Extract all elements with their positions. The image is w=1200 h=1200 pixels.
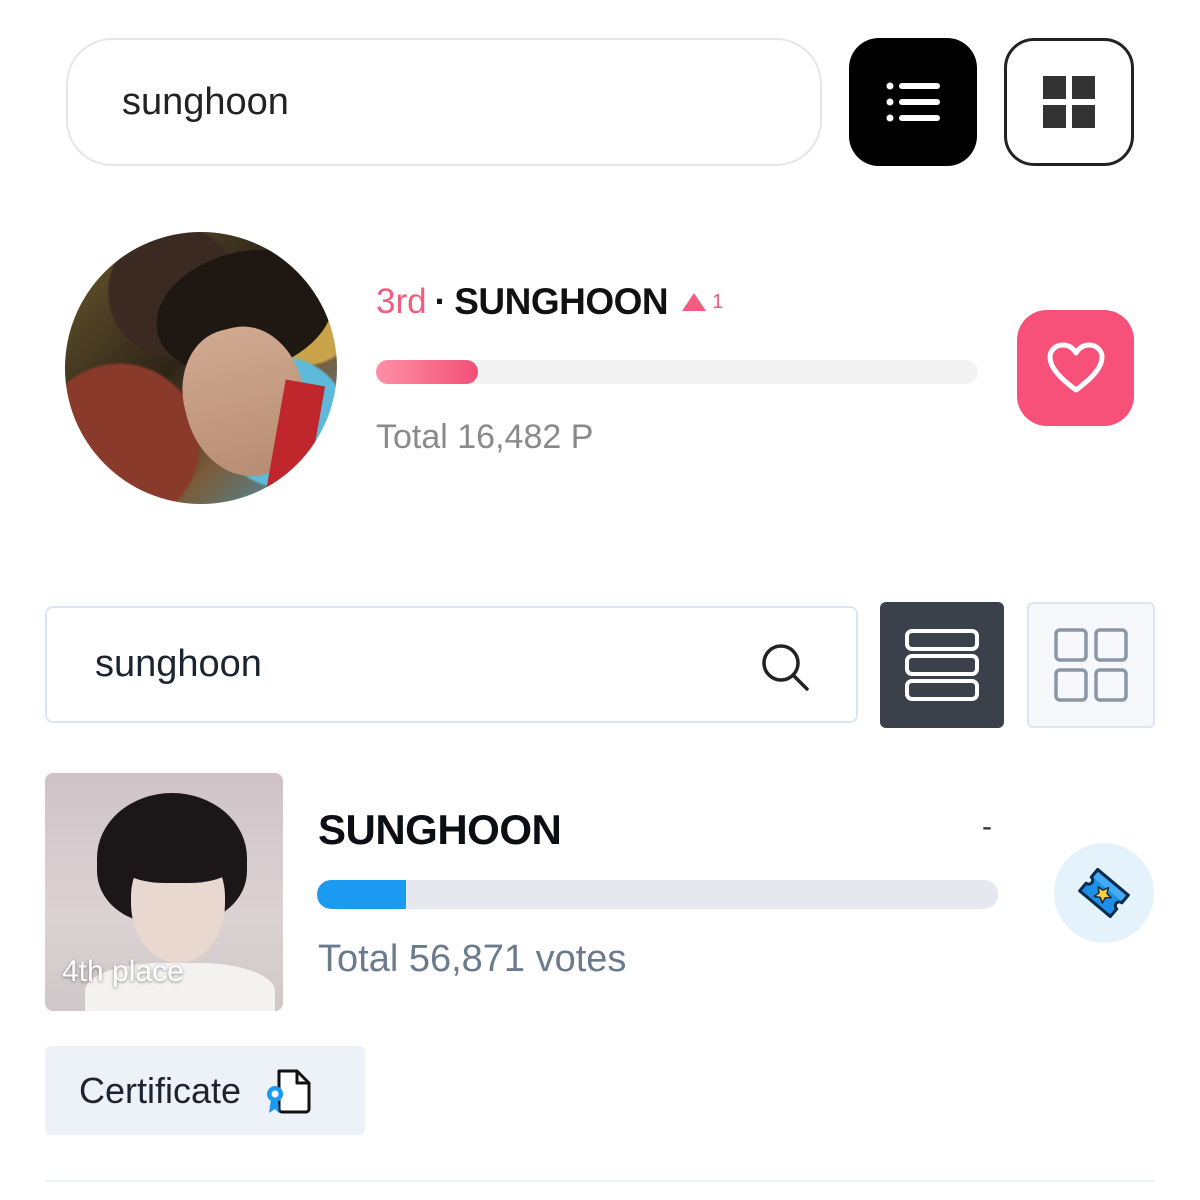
artist-name: SUNGHOON (318, 806, 562, 853)
grid-icon (1043, 76, 1095, 128)
artist-avatar (65, 232, 337, 504)
search-input-value: sunghoon (122, 80, 289, 123)
title-separator: · (434, 282, 447, 321)
certificate-icon (265, 1067, 313, 1115)
grid-outline-icon (1054, 628, 1128, 702)
up-arrow-icon (682, 293, 707, 311)
search-input-value: sunghoon (95, 643, 262, 685)
search-field-rounded[interactable]: sunghoon (66, 38, 822, 166)
search-field[interactable]: sunghoon (45, 606, 858, 723)
search-icon[interactable] (760, 642, 810, 692)
place-label: 4th place (62, 955, 184, 988)
heart-icon (1047, 342, 1104, 393)
rank-change-value: 1 (712, 290, 724, 313)
certificate-button[interactable]: Certificate (45, 1046, 365, 1135)
points-progress-bar (376, 360, 978, 384)
artist-name: SUNGHOON (454, 281, 669, 322)
certificate-label: Certificate (79, 1069, 242, 1111)
total-points: Total 16,482 P (376, 418, 594, 456)
artist-photo: 4th place (45, 773, 283, 1011)
total-votes: Total 56,871 votes (318, 938, 627, 980)
section-divider (45, 1180, 1155, 1182)
ticket-icon (1078, 867, 1130, 919)
list-view-button[interactable] (849, 38, 977, 166)
ranking-title: 3rd · SUNGHOON 1 (376, 280, 723, 324)
list-rows-icon (905, 629, 979, 701)
rank-change-value: - (982, 810, 992, 843)
rank-change-indicator: 1 (682, 291, 723, 314)
rank-label: 3rd (376, 282, 427, 321)
grid-view-button[interactable] (1004, 38, 1134, 166)
vote-heart-button[interactable] (1017, 310, 1134, 426)
list-icon (886, 82, 940, 122)
votes-progress-bar (317, 880, 998, 909)
list-view-button[interactable] (880, 602, 1004, 728)
votes-progress-fill (317, 880, 406, 909)
grid-view-button[interactable] (1027, 602, 1155, 728)
vote-ticket-button[interactable] (1054, 843, 1154, 943)
points-progress-fill (376, 360, 479, 384)
